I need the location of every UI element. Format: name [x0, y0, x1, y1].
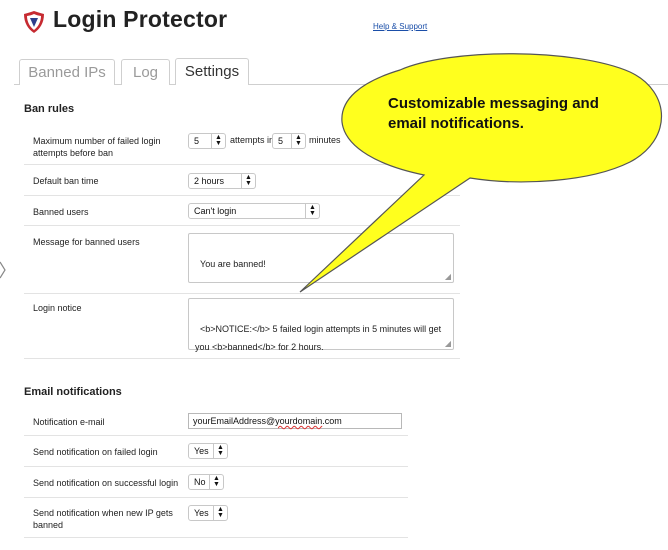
callout-shape	[299, 53, 663, 293]
callout-bubble	[299, 53, 663, 293]
callout-text: Customizable messaging and email notific…	[388, 95, 599, 132]
